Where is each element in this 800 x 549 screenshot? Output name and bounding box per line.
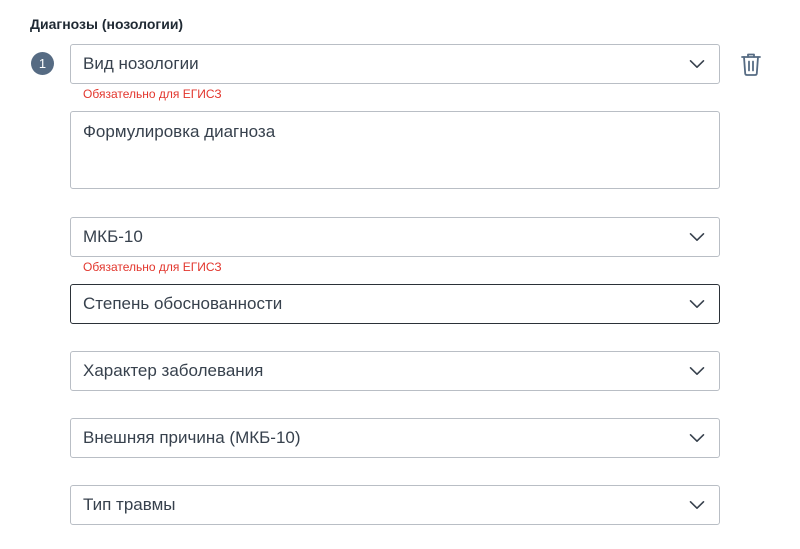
icd10-label: МКБ-10: [83, 227, 143, 246]
diagnosis-number-badge: 1: [31, 52, 54, 75]
external-cause-label: Внешняя причина (МКБ-10): [83, 428, 301, 447]
injury-type-label: Тип травмы: [83, 495, 176, 514]
chevron-down-icon: [689, 60, 705, 68]
certainty-degree-label: Степень обоснованности: [83, 294, 283, 313]
disease-nature-select[interactable]: Характер заболевания: [70, 351, 720, 391]
icd10-required-hint: Обязательно для ЕГИСЗ: [83, 260, 222, 274]
trash-icon: [741, 53, 761, 76]
section-title: Диагнозы (нозологии): [30, 16, 184, 32]
chevron-down-icon: [689, 501, 705, 509]
nosology-type-select[interactable]: Вид нозологии: [70, 44, 720, 84]
diagnosis-formulation-placeholder: Формулировка диагноза: [83, 122, 276, 141]
external-cause-select[interactable]: Внешняя причина (МКБ-10): [70, 418, 720, 458]
certainty-degree-select[interactable]: Степень обоснованности: [70, 284, 720, 324]
nosology-type-required-hint: Обязательно для ЕГИСЗ: [83, 87, 222, 101]
injury-type-select[interactable]: Тип травмы: [70, 485, 720, 525]
chevron-down-icon: [689, 367, 705, 375]
nosology-type-label: Вид нозологии: [83, 54, 199, 73]
icd10-select[interactable]: МКБ-10: [70, 217, 720, 257]
delete-diagnosis-button[interactable]: [738, 51, 764, 77]
diagnosis-formulation-textarea[interactable]: Формулировка диагноза: [70, 111, 720, 189]
disease-nature-label: Характер заболевания: [83, 361, 264, 380]
chevron-down-icon: [689, 434, 705, 442]
chevron-down-icon: [689, 300, 705, 308]
chevron-down-icon: [689, 233, 705, 241]
